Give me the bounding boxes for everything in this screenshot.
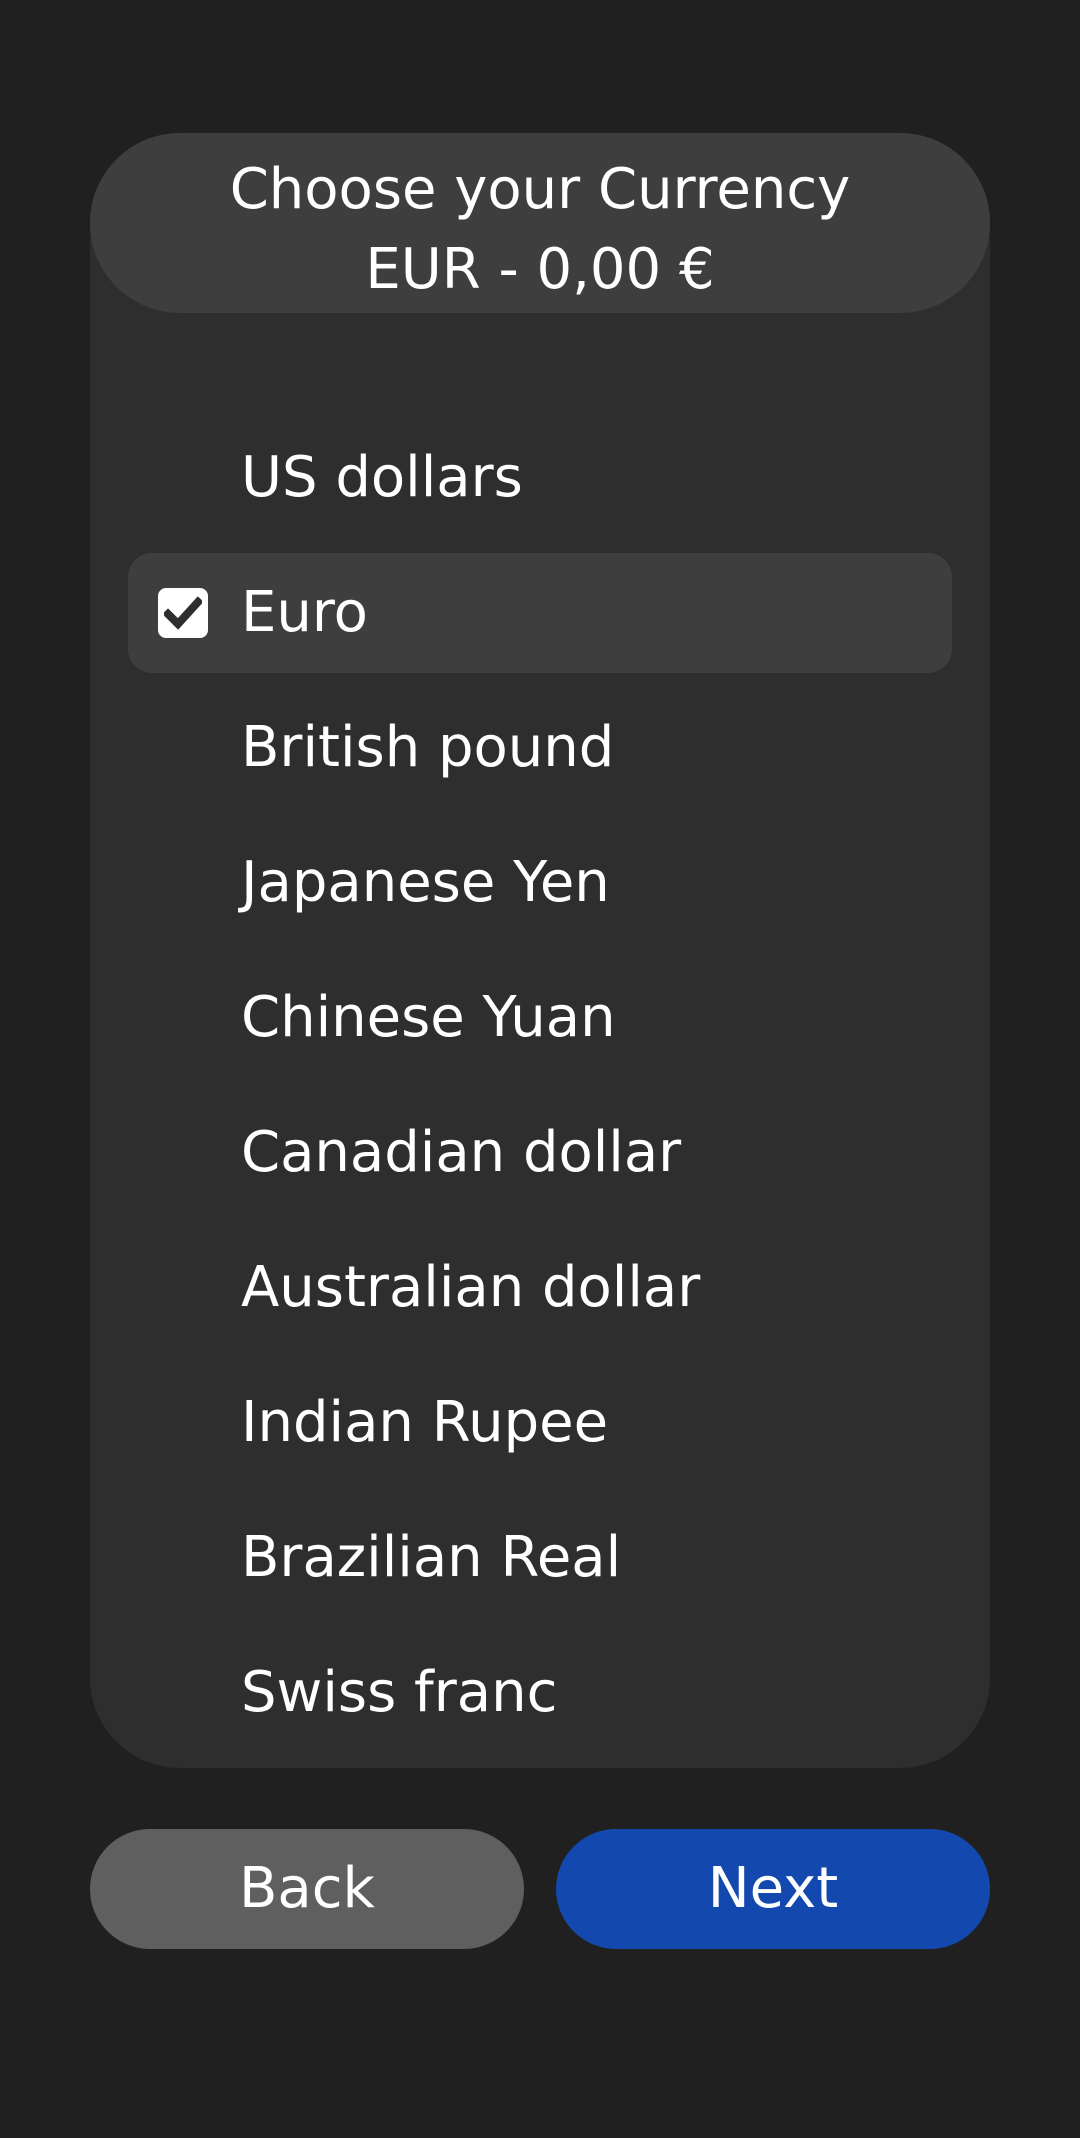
- currency-option-label: Euro: [241, 580, 368, 645]
- checkmark-icon: [164, 596, 202, 630]
- selected-currency-summary: EUR - 0,00 €: [365, 237, 715, 302]
- currency-option-label: US dollars: [241, 445, 523, 510]
- currency-option-label: Brazilian Real: [241, 1525, 622, 1590]
- currency-option-inr[interactable]: Indian Rupee: [128, 1363, 952, 1483]
- currency-option-eur[interactable]: Euro: [128, 553, 952, 673]
- checkbox-checked[interactable]: [158, 588, 208, 638]
- currency-option-aud[interactable]: Australian dollar: [128, 1228, 952, 1348]
- currency-list: US dollars Euro British pound Japanese Y…: [128, 418, 952, 1768]
- currency-option-label: Canadian dollar: [241, 1120, 682, 1185]
- currency-option-label: Australian dollar: [241, 1255, 701, 1320]
- back-button[interactable]: Back: [90, 1829, 524, 1949]
- currency-option-cad[interactable]: Canadian dollar: [128, 1093, 952, 1213]
- currency-option-chf[interactable]: Swiss franc: [128, 1633, 952, 1753]
- currency-option-jpy[interactable]: Japanese Yen: [128, 823, 952, 943]
- currency-option-gbp[interactable]: British pound: [128, 688, 952, 808]
- next-button[interactable]: Next: [556, 1829, 990, 1949]
- currency-option-label: Swiss franc: [241, 1660, 558, 1725]
- currency-option-label: Chinese Yuan: [241, 985, 616, 1050]
- currency-option-label: British pound: [241, 715, 615, 780]
- currency-card: Choose your Currency EUR - 0,00 € US dol…: [90, 133, 990, 1768]
- currency-option-brl[interactable]: Brazilian Real: [128, 1498, 952, 1618]
- page-title: Choose your Currency: [229, 157, 851, 222]
- currency-option-cny[interactable]: Chinese Yuan: [128, 958, 952, 1078]
- currency-option-usd[interactable]: US dollars: [128, 418, 952, 538]
- currency-option-label: Japanese Yen: [241, 850, 610, 915]
- card-header: Choose your Currency EUR - 0,00 €: [90, 133, 990, 313]
- currency-option-label: Indian Rupee: [241, 1390, 609, 1455]
